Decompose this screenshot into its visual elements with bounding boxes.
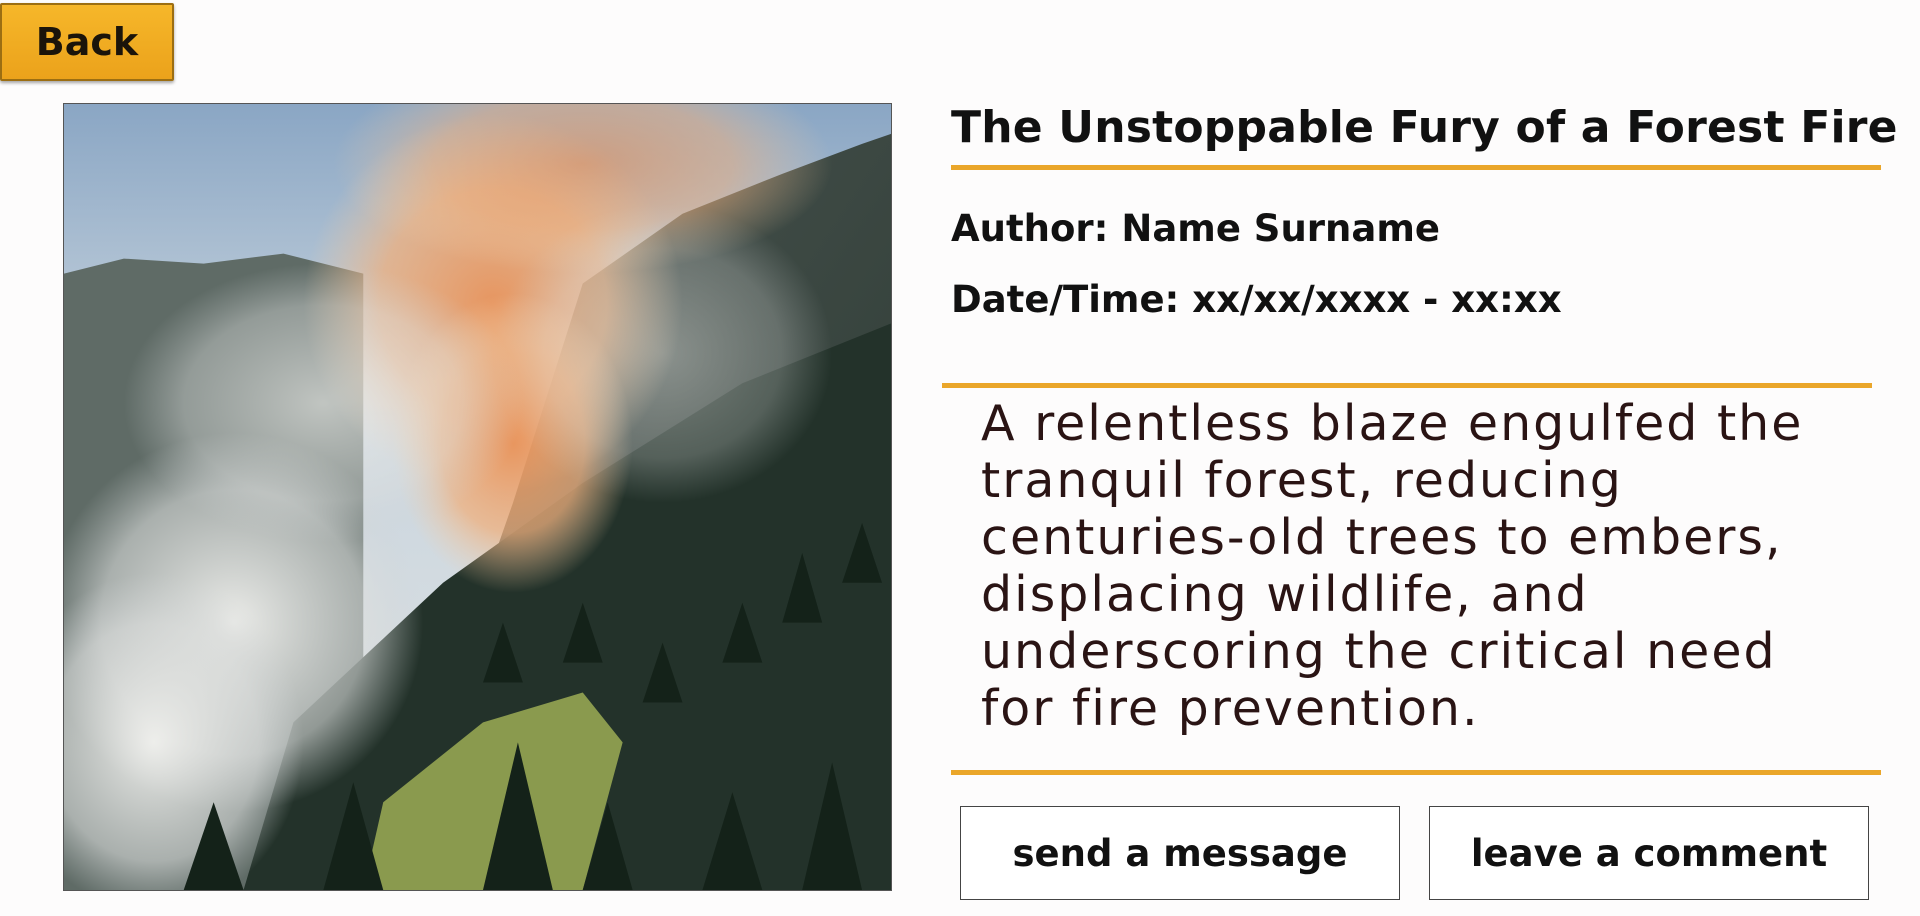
summary-top-divider (942, 383, 1872, 388)
article-author: Author: Name Surname (951, 207, 1441, 250)
forest-fire-illustration (64, 104, 891, 890)
title-divider (951, 165, 1881, 170)
leave-comment-button[interactable]: leave a comment (1429, 806, 1869, 900)
article-summary: A relentless blaze engulfed the tranquil… (981, 395, 1804, 737)
article-datetime: Date/Time: xx/xx/xxxx - xx:xx (951, 278, 1562, 321)
article-image (63, 103, 892, 891)
back-button[interactable]: Back (0, 3, 174, 81)
article-title: The Unstoppable Fury of a Forest Fire (951, 102, 1898, 153)
article-page: Back The Unstoppable Fury of a Forest Fi… (0, 0, 1920, 916)
summary-bottom-divider (951, 770, 1881, 775)
send-message-button[interactable]: send a message (960, 806, 1400, 900)
